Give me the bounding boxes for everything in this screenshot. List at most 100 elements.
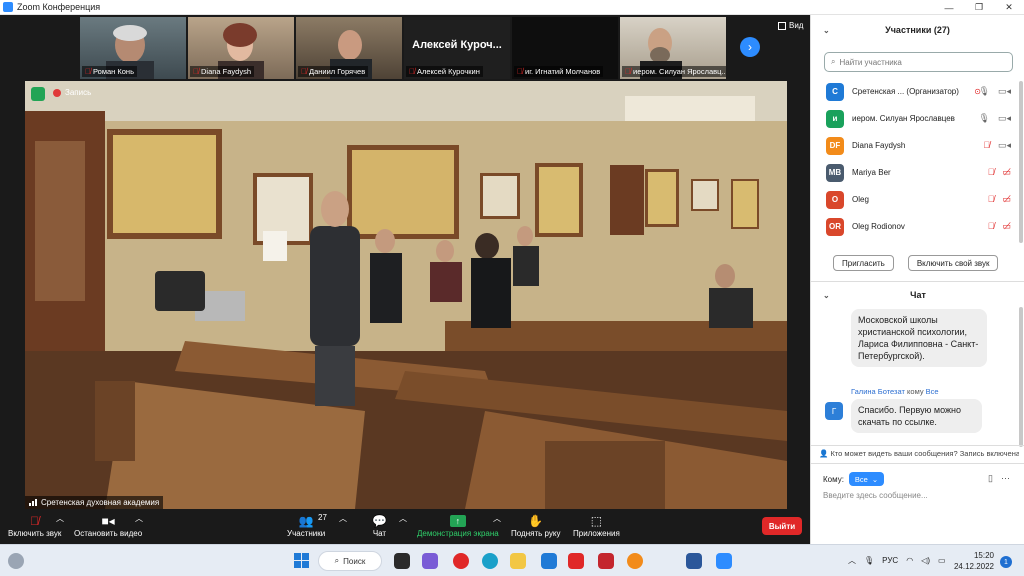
participant-row[interactable]: OR Oleg Rodionov 🎙̸ ▭̸ (811, 213, 1024, 240)
participant-name: иером. Силуан Ярославцев (852, 114, 955, 123)
thumbnail-label: 🎙̸ Даниил Горячев (298, 66, 369, 77)
avatar: DF (826, 136, 844, 155)
panel-divider (811, 445, 1024, 446)
audio-options-chevron-icon[interactable]: ︿ (56, 513, 64, 524)
taskbar-search[interactable]: ⌕ Поиск (318, 551, 382, 571)
microphone-icon[interactable]: 🎙 (864, 556, 874, 565)
invite-button[interactable]: Пригласить (833, 255, 894, 271)
leave-button[interactable]: Выйти (762, 517, 802, 535)
chat-app-icon[interactable] (422, 553, 438, 569)
participants-options-chevron-icon[interactable]: ︿ (339, 513, 347, 524)
participants-panel-header: ⌄ Участники (27) (811, 15, 1024, 45)
unmute-button[interactable]: 🎙̸ Включить звук (8, 513, 61, 538)
chat-recipient: Все (925, 387, 939, 396)
raise-hand-label: Поднять руку (511, 529, 561, 538)
participant-status-icons: 🎙̸ ▭̸ (988, 221, 1011, 232)
opera-icon[interactable] (453, 553, 469, 569)
minimize-icon[interactable]: — (934, 0, 964, 15)
chat-button[interactable]: 💬 Чат (372, 513, 387, 538)
system-clock[interactable]: 15:20 24.12.2022 (952, 550, 994, 572)
chat-recipient-row: Кому: Все ⌄ (823, 472, 885, 486)
share-screen-button[interactable]: ↑ Демонстрация экрана (417, 513, 499, 538)
zoom-app-icon (3, 2, 13, 12)
maximize-icon[interactable]: ❐ (964, 0, 994, 15)
chat-tools: ▯ ⋯ (988, 473, 1010, 484)
participants-count: 27 (318, 513, 327, 522)
main-video[interactable]: Запись Сретенская духовная академия (25, 81, 787, 509)
participants-icon: 👥 (298, 514, 314, 528)
main-video-name: Сретенская духовная академия (41, 498, 160, 507)
collapse-chevron-icon[interactable]: ⌄ (823, 26, 830, 35)
side-panel: ⌄ Участники (27) ⌕ Найти участника С Сре… (810, 15, 1024, 544)
participant-actions: Пригласить Включить свой звук (833, 255, 999, 271)
next-page-icon[interactable]: › (740, 37, 760, 57)
chat-sender-name[interactable]: Галина Ботезат (851, 387, 905, 396)
taskbar-search-label: Поиск (343, 556, 366, 566)
input-language[interactable]: РУС (882, 556, 898, 565)
recipient-select[interactable]: Все ⌄ (848, 472, 885, 486)
chat-icon: 💬 (372, 514, 387, 528)
recording-indicator: Запись (53, 88, 91, 97)
signal-bars-icon (29, 499, 37, 506)
chat-scrollbar[interactable] (1019, 307, 1023, 447)
apps-button[interactable]: ⬚ Приложения (573, 513, 620, 538)
thumbnail-video[interactable]: 🎙̸ Роман Конь (80, 17, 186, 79)
volume-icon[interactable]: ◁) (921, 556, 930, 565)
wifi-icon[interactable]: ◠ (906, 556, 913, 565)
start-menu-icon[interactable] (294, 553, 309, 568)
weather-icon[interactable] (8, 553, 24, 569)
close-icon[interactable]: ✕ (994, 0, 1024, 15)
thumbnail-video[interactable]: 🎙̸ Diana Faydysh (188, 17, 294, 79)
yandex-icon[interactable] (568, 553, 584, 569)
collapse-chevron-icon[interactable]: ⌄ (823, 291, 830, 300)
word-icon[interactable] (686, 553, 702, 569)
battery-icon[interactable]: ▭ (938, 556, 946, 565)
security-shield-icon[interactable] (31, 87, 45, 101)
share-options-chevron-icon[interactable]: ︿ (493, 513, 501, 524)
zoom-taskbar-icon[interactable] (716, 553, 732, 569)
file-explorer-icon[interactable] (510, 553, 526, 569)
thumbnail-video[interactable]: 🎙̸ иером. Силуан Ярославц... (620, 17, 726, 79)
file-icon[interactable]: ▯ (988, 473, 993, 484)
thumbnail-video[interactable]: 🎙̸ Даниил Горячев (296, 17, 402, 79)
chevron-up-icon[interactable]: ︿ (848, 555, 856, 566)
video-options-chevron-icon[interactable]: ︿ (135, 513, 143, 524)
participant-status-icons: 🎙̸ ▭̸ (988, 167, 1011, 178)
chat-panel-title: Чат (910, 290, 926, 300)
video-camera-icon: ■◂ (101, 514, 115, 528)
unmute-me-button[interactable]: Включить свой звук (907, 255, 999, 271)
skype-icon[interactable] (541, 553, 557, 569)
participant-row[interactable]: и иером. Силуан Ярославцев 🎙 ▭◂ (811, 105, 1024, 132)
chat-label: Чат (372, 529, 387, 538)
participant-row[interactable]: С Сретенская ... (Организатор) ⊙ 🎙 ▭◂ (811, 78, 1024, 105)
thumbnail-name: иером. Силуан Ярославц... (633, 67, 726, 76)
mic-muted-icon: 🎙̸ (193, 67, 199, 76)
edge-icon[interactable] (482, 553, 498, 569)
mic-muted-icon: 🎙̸ (301, 67, 307, 76)
chat-message-input[interactable]: Введите здесь сообщение... (823, 491, 928, 500)
participants-scrollbar[interactable] (1019, 81, 1023, 243)
view-button[interactable]: Вид (778, 21, 803, 30)
system-tray: ︿ 🎙 РУС ◠ ◁) ▭ (848, 555, 946, 566)
participant-row[interactable]: O Oleg 🎙̸ ▭̸ (811, 186, 1024, 213)
more-icon[interactable]: ⋯ (1001, 473, 1010, 484)
participants-panel-title: Участники (27) (885, 25, 950, 35)
chat-options-chevron-icon[interactable]: ︿ (399, 513, 407, 524)
thumbnail-name: Алексей Курочкин (417, 67, 480, 76)
firefox-icon[interactable] (627, 553, 643, 569)
thumbnail-video[interactable]: 🎙̸ иг. Игнатий Молчанов (512, 17, 618, 79)
mic-muted-icon: 🎙̸ (85, 67, 91, 76)
thumbnail-video[interactable]: Алексей Куроч... 🎙̸ Алексей Курочкин (404, 17, 510, 79)
participant-row[interactable]: DF Diana Faydysh 🎙̸ ▭◂ (811, 132, 1024, 159)
stop-video-button[interactable]: ■◂ Остановить видео (74, 513, 142, 538)
video-off-icon: ▭̸ (1002, 167, 1011, 177)
participant-row[interactable]: MB Mariya Ber 🎙̸ ▭̸ (811, 159, 1024, 186)
notification-badge[interactable]: 1 (1000, 556, 1012, 568)
who-can-see-link[interactable]: 👤 Кто может видеть ваши сообщения? Запис… (819, 449, 1019, 458)
acrobat-icon[interactable] (598, 553, 614, 569)
participant-search-input[interactable]: ⌕ Найти участника (824, 52, 1013, 72)
task-view-icon[interactable] (394, 553, 410, 569)
raise-hand-button[interactable]: ✋ Поднять руку (511, 513, 560, 538)
mic-muted-icon: 🎙̸ (983, 140, 990, 150)
participant-status-icons: 🎙 ▭◂ (979, 113, 1011, 124)
